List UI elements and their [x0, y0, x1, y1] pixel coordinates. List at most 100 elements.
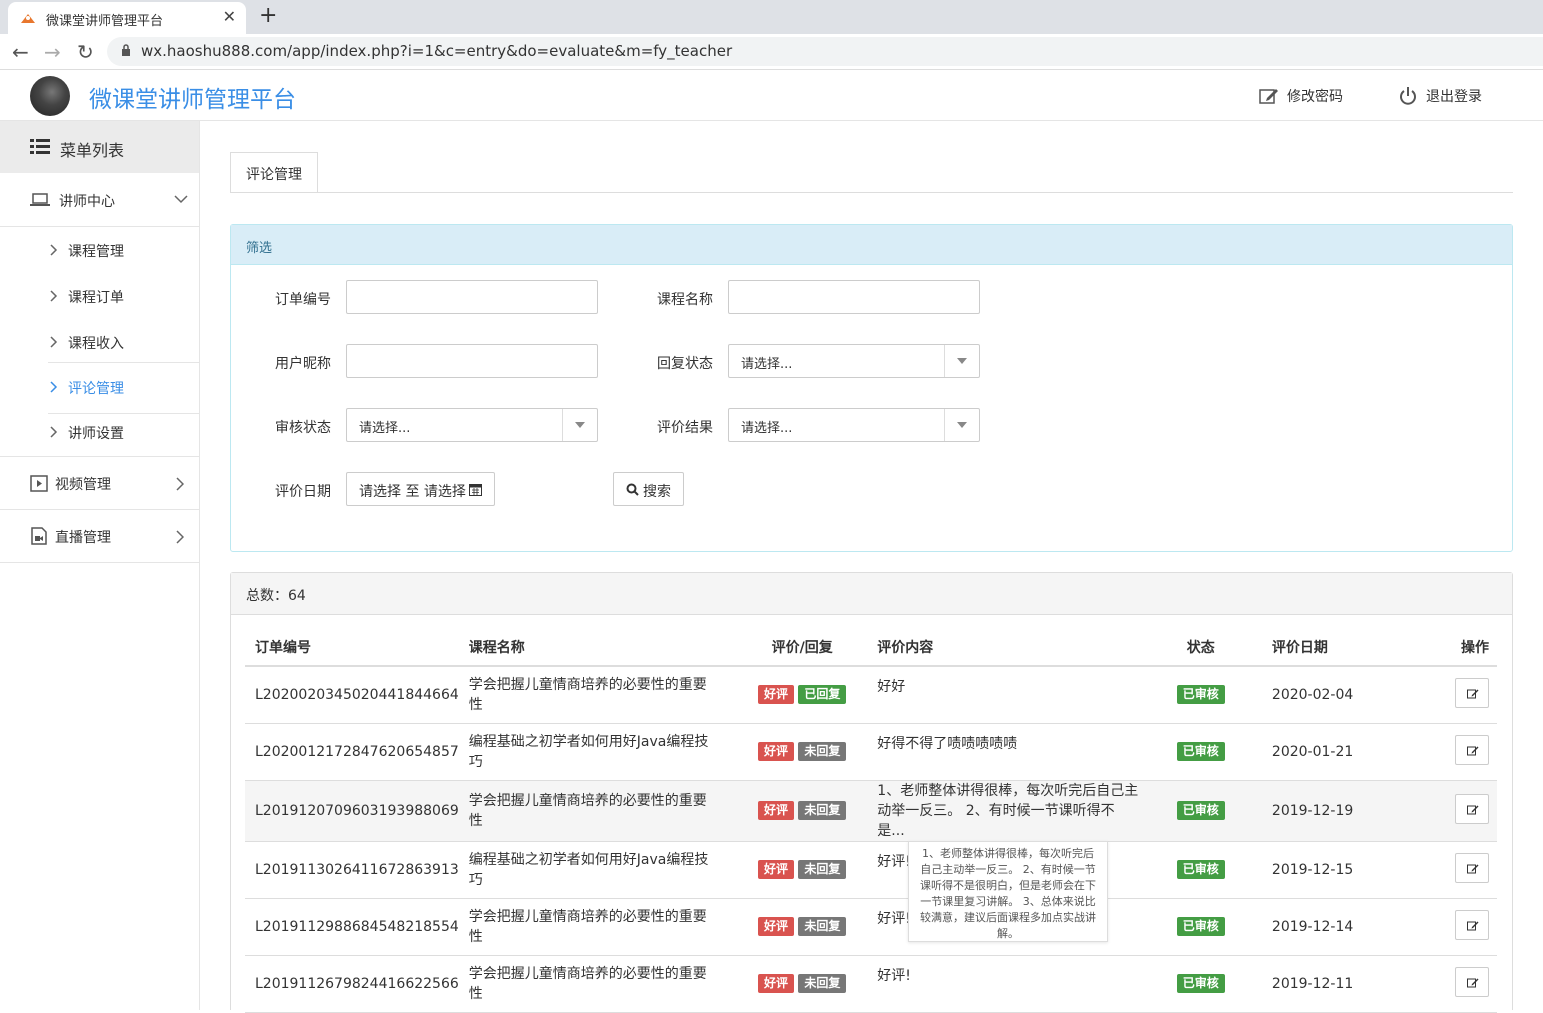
order-no-cell: L2019112988684548218554	[245, 898, 459, 956]
back-icon[interactable]: ←	[12, 40, 29, 64]
table-row: L2019120709603193988069 学会把握儿童情商培养的必要性的重要…	[245, 780, 1497, 842]
edit-button[interactable]	[1455, 966, 1489, 997]
eval-date-cell: 2019-12-15	[1261, 841, 1432, 899]
eval-date-label: 评价日期	[275, 484, 331, 500]
edit-icon	[1467, 921, 1479, 930]
eval-date-cell: 2020-02-04	[1261, 666, 1432, 724]
grade-badge: 好评	[757, 917, 794, 936]
chevron-down-icon	[174, 195, 188, 204]
course-name-label: 课程名称	[657, 292, 713, 308]
review-status-select[interactable]: 请选择...	[346, 408, 598, 442]
reply-badge: 未回复	[798, 860, 847, 879]
caret-down-icon	[944, 409, 979, 441]
course-name-cell: 学会把握儿童情商培养的必要性的重要性	[458, 898, 738, 956]
date-range-picker[interactable]: 请选择 至 请选择	[346, 472, 495, 506]
reply-status-select[interactable]: 请选择...	[728, 344, 980, 378]
course-name-cell: 学会把握儿童情商培养的必要性的重要性	[458, 666, 738, 724]
content-line: 好评!	[877, 967, 911, 984]
live-icon	[31, 527, 47, 545]
sidebar-item-course-management[interactable]: 课程管理	[48, 241, 199, 271]
eval-reply-cell: 好评 已回复	[737, 666, 868, 724]
sidebar-item-course-income[interactable]: 课程收入	[48, 333, 199, 363]
status-cell: 已审核	[1139, 841, 1262, 899]
edit-button[interactable]	[1455, 734, 1489, 765]
order-no-label: 订单编号	[275, 292, 331, 308]
chevron-right-icon	[176, 530, 184, 544]
video-icon	[30, 475, 48, 492]
browser-tab[interactable]: 微课堂讲师管理平台 ✕	[8, 2, 246, 34]
order-no-input[interactable]	[346, 280, 598, 314]
sidebar-item-label: 课程管理	[68, 244, 124, 260]
chevron-right-icon	[176, 477, 184, 491]
order-no-cell: L2019112679824416622566	[245, 955, 459, 1013]
total-count: 总数：64	[231, 573, 1512, 615]
search-button[interactable]: 搜索	[613, 472, 684, 506]
eval-result-label: 评价结果	[657, 420, 713, 436]
course-name-line: 性	[468, 696, 483, 713]
search-icon	[626, 483, 639, 496]
eval-reply-cell: 好评 未回复	[737, 841, 868, 899]
change-password-label: 修改密码	[1287, 89, 1343, 105]
edit-button[interactable]	[1455, 793, 1489, 824]
status-badge: 已审核	[1176, 974, 1225, 993]
sidebar-item-teacher-settings[interactable]: 讲师设置	[48, 423, 199, 453]
table-row: L2020020345020441844664 学会把握儿童情商培养的必要性的重要…	[245, 666, 1497, 724]
sidebar-item-comment-management[interactable]: 评论管理	[48, 378, 199, 414]
actions-cell	[1431, 898, 1497, 956]
table-row: L2019112988684548218554 学会把握儿童情商培养的必要性的重要…	[245, 898, 1497, 956]
sidebar-group-video-management[interactable]: 视频管理	[0, 457, 199, 510]
new-tab-icon[interactable]: +	[259, 3, 277, 28]
edit-icon	[1467, 978, 1479, 987]
chevron-right-icon	[50, 381, 58, 393]
col-eval-content: 评价内容	[867, 628, 1140, 667]
course-name-line: 编程基础之初学者如何用好Java编程技	[468, 733, 709, 750]
lock-icon	[122, 44, 130, 56]
calendar-icon	[469, 484, 482, 496]
course-name-cell: 学会把握儿童情商培养的必要性的重要性	[458, 955, 738, 1013]
sidebar-item-label: 讲师设置	[68, 426, 124, 442]
reload-icon[interactable]: ↻	[77, 40, 94, 64]
sidebar-group-teacher-center[interactable]: 讲师中心	[0, 173, 199, 227]
comment-table: 订单编号 课程名称 评价/回复 评价内容 状态 评价日期 操作 L2020020…	[245, 628, 1497, 1013]
caret-down-icon	[562, 409, 597, 441]
sidebar: 菜单列表 讲师中心 课程管理 课程订单 课程收入 评论管理 讲师设置 视频管理	[0, 121, 200, 1010]
chevron-right-icon	[50, 244, 58, 256]
course-name-line: 性	[468, 812, 483, 829]
forward-icon[interactable]: →	[44, 40, 61, 64]
menu-title: 菜单列表	[60, 141, 125, 160]
address-bar[interactable]: wx.haoshu888.com/app/index.php?i=1&c=ent…	[107, 37, 1543, 66]
actions-cell	[1431, 723, 1497, 781]
logout-button[interactable]: 退出登录	[1398, 86, 1482, 106]
grade-badge: 好评	[757, 742, 794, 761]
col-eval-date: 评价日期	[1261, 628, 1432, 667]
grade-badge: 好评	[757, 974, 794, 993]
edit-icon	[1467, 689, 1479, 699]
table-row: L2019113026411672863913 编程基础之初学者如何用好Java编…	[245, 841, 1497, 899]
tab-comment-management[interactable]: 评论管理	[230, 152, 318, 193]
close-tab-icon[interactable]: ✕	[223, 7, 236, 26]
edit-button[interactable]	[1455, 852, 1489, 883]
sidebar-item-course-orders[interactable]: 课程订单	[48, 287, 199, 317]
select-value: 请选择...	[359, 421, 411, 436]
status-badge: 已审核	[1176, 917, 1225, 936]
change-password-button[interactable]: 修改密码	[1259, 86, 1343, 106]
filter-title: 筛选	[231, 225, 1512, 265]
col-status: 状态	[1139, 628, 1262, 667]
status-cell: 已审核	[1139, 898, 1262, 956]
avatar[interactable]	[30, 76, 70, 116]
eval-date-cell: 2019-12-14	[1261, 898, 1432, 956]
sidebar-group-live-management[interactable]: 直播管理	[0, 510, 199, 563]
brand-title: 微课堂讲师管理平台	[89, 87, 296, 113]
laptop-icon	[30, 193, 50, 206]
eval-reply-cell: 好评 未回复	[737, 955, 868, 1013]
course-name-input[interactable]	[728, 280, 980, 314]
eval-result-select[interactable]: 请选择...	[728, 408, 980, 442]
nickname-input[interactable]	[346, 344, 598, 378]
eval-reply-cell: 好评 未回复	[737, 898, 868, 956]
edit-button[interactable]	[1455, 909, 1489, 940]
edit-button[interactable]	[1455, 677, 1489, 708]
course-name-line: 学会把握儿童情商培养的必要性的重要	[468, 908, 707, 925]
reply-badge: 未回复	[798, 974, 847, 993]
actions-cell	[1431, 780, 1497, 842]
course-name-line: 编程基础之初学者如何用好Java编程技	[468, 851, 709, 868]
